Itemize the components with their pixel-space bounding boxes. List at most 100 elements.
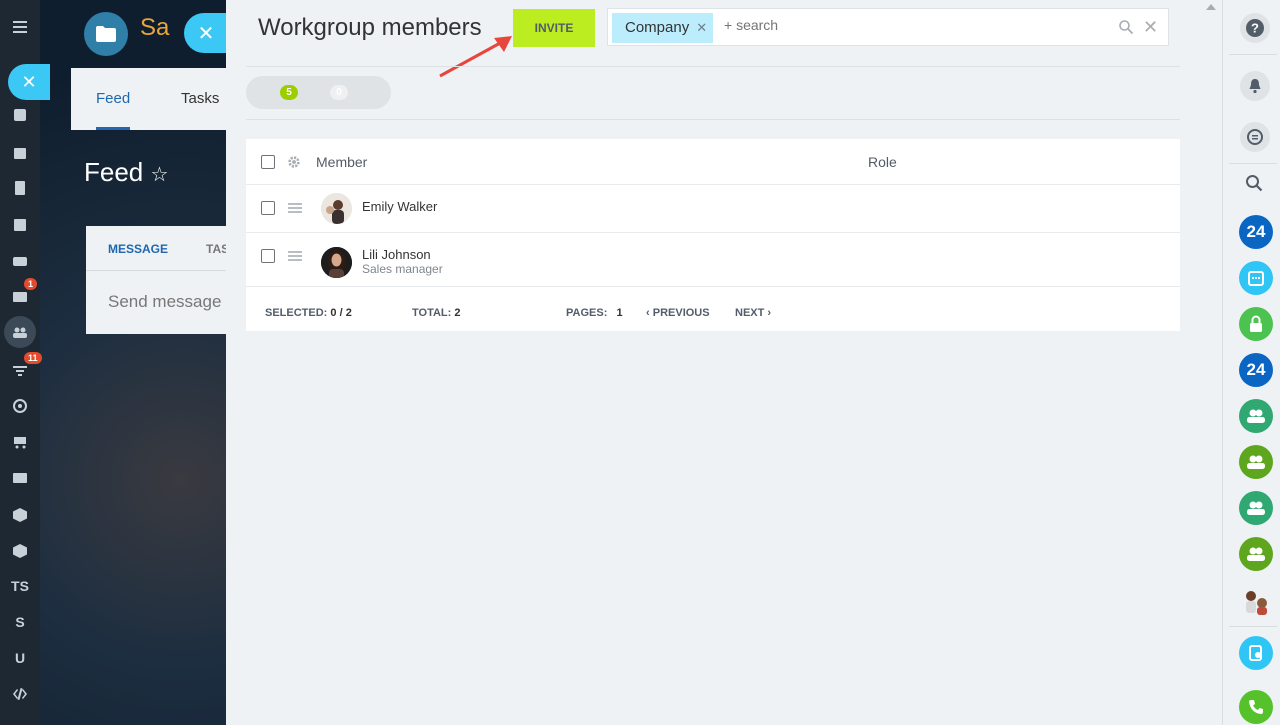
group-chat-icon-3[interactable]	[1239, 491, 1273, 525]
send-message-field[interactable]: Send message	[108, 292, 221, 312]
open-lines-icon[interactable]	[1239, 636, 1273, 670]
total-value: 2	[454, 307, 461, 319]
select-all-checkbox[interactable]	[261, 155, 275, 169]
chevron-right-icon: ›	[767, 307, 772, 319]
cart-icon[interactable]	[0, 427, 40, 457]
next-button[interactable]: NEXT ›	[735, 307, 771, 319]
message-tab[interactable]: MESSAGE	[108, 242, 168, 256]
filter-badge: 11	[24, 352, 42, 364]
invite-button[interactable]: INVITE	[513, 9, 595, 47]
svg-text:?: ?	[1251, 21, 1259, 36]
bitrix24-icon-2[interactable]: 24	[1239, 353, 1273, 387]
document-icon[interactable]	[0, 173, 40, 203]
filter-chip-label: Company	[625, 19, 690, 36]
lock-icon[interactable]	[1239, 307, 1273, 341]
group-chat-icon-4[interactable]	[1239, 537, 1273, 571]
right-bar-divider	[1229, 626, 1277, 627]
right-bar-divider	[1229, 163, 1277, 164]
code-icon[interactable]	[0, 679, 40, 709]
grid-footer: SELECTED: 0 / 2 TOTAL: 2 PAGES: 1 ‹ PREV…	[246, 293, 1180, 331]
rail-letter-ts[interactable]: TS	[0, 571, 40, 601]
filter-chip[interactable]: Company ✕	[612, 13, 714, 43]
rail-letter-s[interactable]: S	[0, 607, 40, 637]
drag-handle-icon[interactable]	[288, 203, 302, 213]
pages-label: PAGES:	[566, 307, 608, 319]
selected-label: SELECTED:	[265, 307, 328, 319]
active-count-badge[interactable]: 5	[280, 85, 298, 100]
star-icon[interactable]: ☆	[151, 164, 169, 186]
tab-feed-underline	[96, 127, 130, 130]
filter-search-box[interactable]: Company ✕ ✕	[607, 8, 1169, 46]
left-rail: 1 11 TS S U	[0, 0, 42, 725]
column-role[interactable]: Role	[868, 154, 897, 170]
search-icon[interactable]	[1245, 174, 1263, 197]
menu-icon[interactable]	[0, 12, 40, 42]
search-input[interactable]	[724, 17, 1104, 33]
row-checkbox[interactable]	[261, 249, 275, 263]
bitrix24-icon[interactable]: 24	[1239, 215, 1273, 249]
app-name: Sa	[140, 14, 170, 41]
tab-tasks[interactable]: Tasks	[181, 90, 219, 107]
background-tabs: Feed Tasks	[71, 68, 231, 130]
pages-value: 1	[616, 307, 623, 319]
user-avatar-icon[interactable]	[1239, 583, 1273, 617]
feed-icon[interactable]	[0, 100, 40, 130]
composer-divider	[86, 270, 236, 271]
table-row[interactable]: Lili Johnson Sales manager	[246, 233, 1180, 287]
search-icon[interactable]	[1118, 19, 1134, 35]
mail-badge: 1	[24, 278, 38, 290]
group-chat-icon[interactable]	[1239, 399, 1273, 433]
target-icon[interactable]	[0, 391, 40, 421]
mail-icon[interactable]: 1	[0, 278, 40, 312]
table-row[interactable]: Emily Walker	[246, 185, 1180, 233]
scroll-up-icon[interactable]	[1206, 4, 1216, 10]
panel-scrollbar[interactable]	[1200, 0, 1222, 725]
drag-handle-icon[interactable]	[288, 251, 302, 261]
chevron-left-icon: ‹	[646, 307, 650, 319]
clear-icon[interactable]: ✕	[1143, 17, 1158, 38]
other-count-badge[interactable]: 0	[330, 85, 348, 100]
pages-counter: PAGES: 1	[566, 307, 623, 319]
bell-icon[interactable]	[1240, 71, 1270, 101]
avatar	[321, 193, 352, 224]
total-counter: TOTAL: 2	[412, 307, 461, 319]
tasks-icon[interactable]	[0, 210, 40, 240]
tab-feed[interactable]: Feed	[96, 90, 130, 107]
rail-letter-u[interactable]: U	[0, 643, 40, 673]
calendar-icon[interactable]	[0, 138, 40, 168]
counter-filter[interactable]: 5 0	[246, 76, 391, 109]
rail-close-icon[interactable]: ✕	[8, 64, 50, 100]
feed-title-text: Feed	[84, 157, 144, 187]
group-chat-icon-2[interactable]	[1239, 445, 1273, 479]
filter-icon[interactable]: 11	[0, 352, 42, 386]
folder-icon	[84, 12, 128, 56]
header-divider	[246, 66, 1180, 67]
help-icon[interactable]: ?	[1240, 13, 1270, 43]
close-slider-icon[interactable]: ✕	[184, 13, 228, 53]
annotation-arrow	[439, 36, 512, 78]
grid-header: Member Role	[246, 139, 1180, 185]
member-name[interactable]: Emily Walker	[362, 199, 437, 214]
previous-label: PREVIOUS	[652, 307, 710, 319]
cube-icon-2[interactable]	[0, 536, 40, 566]
feed-page-title: Feed ☆	[84, 157, 168, 188]
right-sidebar: ? 24 24	[1222, 0, 1280, 725]
chat-icon[interactable]	[1240, 122, 1270, 152]
total-label: TOTAL:	[412, 307, 452, 319]
remove-chip-icon[interactable]: ✕	[696, 13, 707, 43]
drive-icon[interactable]	[0, 246, 40, 276]
column-member[interactable]: Member	[316, 154, 367, 170]
right-bar-divider	[1229, 54, 1277, 55]
selected-value: 0 / 2	[330, 307, 352, 319]
groups-icon[interactable]	[4, 316, 36, 348]
contact-card-icon[interactable]	[0, 463, 40, 493]
member-name[interactable]: Lili Johnson	[362, 247, 431, 262]
phone-icon[interactable]	[1239, 690, 1273, 724]
member-position: Sales manager	[362, 262, 443, 276]
calendar-icon[interactable]	[1239, 261, 1273, 295]
previous-button[interactable]: ‹ PREVIOUS	[646, 307, 710, 319]
selected-counter: SELECTED: 0 / 2	[265, 307, 352, 319]
row-checkbox[interactable]	[261, 201, 275, 215]
gear-icon[interactable]	[287, 155, 301, 169]
cube-icon[interactable]	[0, 500, 40, 530]
